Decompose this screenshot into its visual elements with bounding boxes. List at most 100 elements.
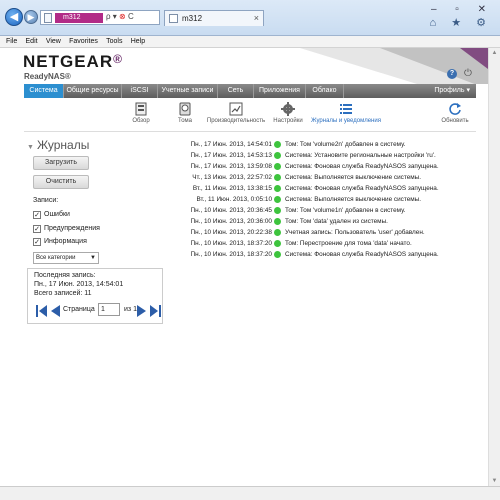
total-records: Всего записей: 11 [34,290,92,297]
tab-shares[interactable]: Общие ресурсы [64,84,122,98]
logs-title-text: Журналы [36,138,90,152]
forward-button[interactable]: ▶ [24,10,38,24]
volumes-icon [179,102,191,116]
profile-menu[interactable]: Профиль ▾ [434,84,470,98]
browser-tab[interactable]: m312 × [164,10,264,26]
tool-volumes[interactable]: Тома [170,102,200,124]
last-page-icon[interactable] [149,304,161,318]
tab-apps[interactable]: Приложения [254,84,306,98]
status-dot-icon [274,174,281,181]
last-record-date: Пн., 17 Июн. 2013, 14:54:01 [34,281,124,288]
address-controls[interactable]: ρ ▾ ⊗ C [106,12,134,21]
errors-checkbox[interactable]: ✓ [33,211,41,219]
page-scrollbar[interactable]: ▲ ▼ [488,48,500,486]
status-dot-icon [274,152,281,159]
log-message: Том: Том 'volume1n' добавлен в систему. [285,207,406,214]
status-dot-icon [274,240,281,247]
next-page-icon[interactable] [136,304,148,318]
log-timestamp: Вт., 11 Июн. 2013, 0:05:10 [196,196,272,203]
log-message: Система: Выполняется выключение системы. [285,174,422,181]
log-timestamp: Вт., 11 Июн. 2013, 13:38:15 [192,185,272,192]
log-message: Система: Фоновая служба ReadyNASOS запущ… [285,251,439,258]
browser-status-bar [0,486,500,500]
log-timestamp: Пн., 10 Июн. 2013, 20:36:00 [190,218,272,225]
help-icon[interactable]: ? [447,69,457,79]
log-timestamp: Пн., 10 Июн. 2013, 20:36:45 [190,207,272,214]
list-icon [340,104,352,114]
log-summary-box: Последняя запись: Пн., 17 Июн. 2013, 14:… [27,268,163,324]
log-message: Система: Фоновая служба ReadyNASOS запущ… [285,185,439,192]
status-dot-icon [274,229,281,236]
main-nav: Система Общие ресурсы iSCSI Учетные запи… [24,84,476,98]
menu-help[interactable]: Help [131,36,145,48]
refresh-button[interactable]: Обновить [438,102,472,124]
tab-accounts[interactable]: Учетные записи [158,84,218,98]
errors-label: Ошибки [44,211,70,218]
logout-icon[interactable]: ⏻ [464,68,472,79]
tool-performance-label: Производительность [206,118,266,124]
menu-view[interactable]: View [46,36,61,48]
tab-network[interactable]: Сеть [218,84,254,98]
prev-page-icon[interactable] [49,304,61,318]
menu-edit[interactable]: Edit [26,36,38,48]
refresh-label: Обновить [441,118,469,124]
address-text[interactable]: m312 [55,13,103,23]
tab-iscsi[interactable]: iSCSI [122,84,158,98]
tool-performance[interactable]: Производительность [204,102,268,124]
log-timestamp: Пн., 10 Июн. 2013, 18:37:20 [190,251,272,258]
menu-file[interactable]: File [6,36,17,48]
tool-overview[interactable]: Обзор [124,102,158,124]
refresh-icon [449,103,461,115]
performance-icon [229,102,243,116]
warnings-checkbox[interactable]: ✓ [33,225,41,233]
tool-overview-label: Обзор [132,118,150,124]
tab-cloud[interactable]: Облако [306,84,344,98]
log-timestamp: Чт., 13 Июн. 2013, 22:57:02 [192,174,272,181]
logo-text: NETGEAR [23,52,114,71]
download-button[interactable]: Загрузить [33,156,89,170]
address-bar[interactable]: m312 ρ ▾ ⊗ C [40,10,160,25]
logo-mark: ® [113,52,123,66]
records-label: Записи: [33,197,59,204]
log-message: Система: Фоновая служба ReadyNASOS запущ… [285,163,439,170]
clear-button[interactable]: Очистить [33,175,89,189]
info-checkbox[interactable]: ✓ [33,238,41,246]
tab-page-icon [169,14,178,23]
scroll-up-icon[interactable]: ▲ [490,50,499,56]
tab-label[interactable]: m312 [182,14,202,23]
address-controls-text[interactable]: ρ ▾ [106,12,119,21]
category-select-value: Все категории [36,255,76,261]
first-page-icon[interactable] [36,304,48,318]
stop-icon[interactable]: ⊗ [119,12,126,21]
back-button[interactable]: ◀ [5,8,23,26]
tool-logs[interactable]: Журналы и уведомления [308,102,384,124]
tool-settings-label: Настройки [273,118,303,124]
log-message: Том: Том 'volume2n' добавлен в систему. [285,141,406,148]
logs-title: ▼ Журналы [27,138,89,152]
info-label: Информация [44,238,87,245]
page-input[interactable]: 1 [98,303,120,316]
menu-tools[interactable]: Tools [106,36,122,48]
window-controls[interactable]: – ▫ ✕ [431,4,494,15]
status-dot-icon [274,218,281,225]
category-select[interactable]: Все категории ▼ [33,252,99,264]
tool-settings[interactable]: Настройки [270,102,306,124]
status-dot-icon [274,196,281,203]
log-timestamp: Пн., 17 Июн. 2013, 14:54:01 [190,141,272,148]
page-label: Страница [63,306,95,313]
scroll-down-icon[interactable]: ▼ [490,478,499,484]
collapse-triangle-icon[interactable]: ▼ [27,144,34,151]
tab-close-icon[interactable]: × [254,13,259,23]
log-timestamp: Пн., 17 Июн. 2013, 14:53:13 [190,152,272,159]
log-timestamp: Пн., 17 Июн. 2013, 13:59:08 [190,163,272,170]
status-dot-icon [274,163,281,170]
chevron-down-icon: ▼ [90,255,96,261]
tab-system[interactable]: Система [24,84,64,98]
status-dot-icon [274,251,281,258]
menu-favorites[interactable]: Favorites [69,36,98,48]
address-extra[interactable]: C [126,12,134,21]
netgear-logo: NETGEAR® [23,52,123,72]
warnings-label: Предупреждения [44,225,100,232]
browser-toolbar-icons[interactable]: ⌂ ★ ⚙ [430,16,492,29]
app-header: NETGEAR® ReadyNAS® [0,48,500,84]
